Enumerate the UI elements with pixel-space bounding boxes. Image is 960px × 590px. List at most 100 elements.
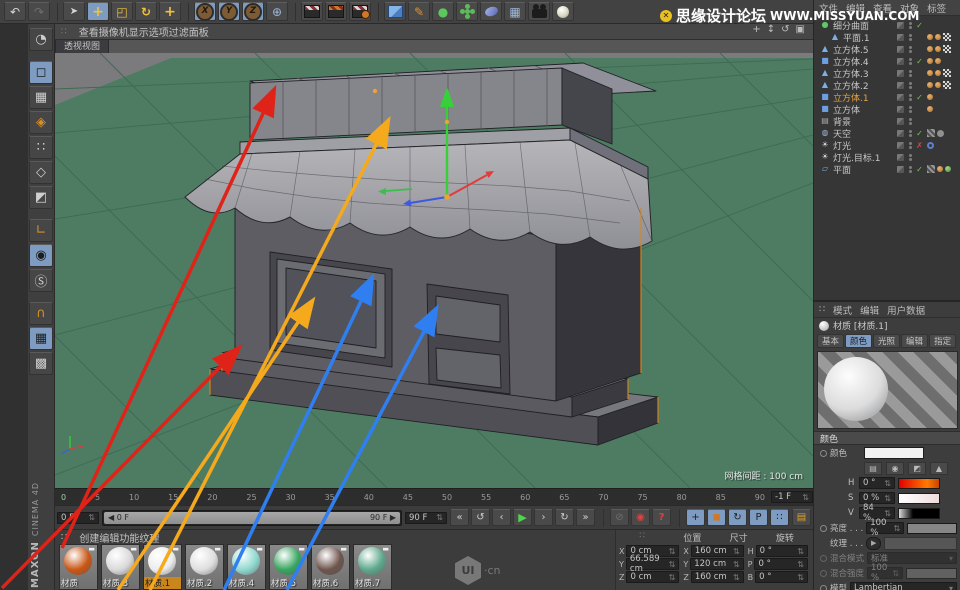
- object-row-cube-2[interactable]: ▲ 立方体.2: [814, 79, 960, 91]
- layer-toggle[interactable]: [897, 118, 904, 125]
- viewport-menu-item[interactable]: 选项: [149, 28, 169, 39]
- object-manager-menu-item[interactable]: 对象: [900, 1, 919, 15]
- position-z-field[interactable]: 0 cm⇅: [626, 571, 679, 583]
- scale-tool-icon[interactable]: ◰: [111, 2, 133, 21]
- material-tab[interactable]: 指定: [929, 334, 956, 348]
- rotation-h-field[interactable]: 0 °⇅: [756, 545, 808, 557]
- viewport-menu-item[interactable]: 面板: [189, 28, 209, 39]
- render-settings-icon[interactable]: [349, 2, 371, 21]
- viewport-3d[interactable]: 网格间距 : 100 cm: [55, 53, 813, 488]
- keyframe-toggle[interactable]: ∷: [770, 509, 789, 526]
- visibility-dots[interactable]: [909, 106, 912, 113]
- material-swatch[interactable]: ▬ 材质.1: [143, 544, 182, 590]
- material-swatch[interactable]: ▬ 材质.2: [185, 544, 224, 590]
- mix-strength-field[interactable]: 100 %⇅: [867, 567, 903, 579]
- material-tab[interactable]: 颜色: [845, 334, 872, 348]
- material-swatch[interactable]: ▬ 材质.3: [101, 544, 140, 590]
- material-tab[interactable]: 基本: [817, 334, 844, 348]
- object-manager-menu-item[interactable]: 文件: [819, 1, 838, 15]
- layer-toggle[interactable]: [897, 130, 904, 137]
- size-z-field[interactable]: 160 cm⇅: [691, 571, 744, 583]
- transport-button[interactable]: ↺: [471, 509, 490, 526]
- add-cube-icon[interactable]: [384, 2, 406, 21]
- grip-icon[interactable]: ∷: [819, 304, 825, 315]
- visibility-dots[interactable]: [909, 94, 912, 101]
- viewport-menu-item[interactable]: 查看: [79, 28, 99, 39]
- rgb-sliders-icon[interactable]: ▤: [864, 462, 882, 475]
- layer-toggle[interactable]: [897, 34, 904, 41]
- pan-view-icon[interactable]: +: [752, 24, 760, 35]
- visibility-dots[interactable]: [909, 34, 912, 41]
- enabled-check-icon[interactable]: ✓: [915, 21, 924, 30]
- record-button[interactable]: ◉: [631, 509, 650, 526]
- record-button[interactable]: ⊘: [610, 509, 629, 526]
- object-row-subdivision[interactable]: ● 细分曲面 ✓: [814, 19, 960, 31]
- deformer-icon[interactable]: [480, 2, 502, 21]
- tag-list[interactable]: [927, 81, 960, 89]
- workplane-lock-icon[interactable]: ▦: [29, 327, 53, 350]
- visibility-dots[interactable]: [909, 118, 912, 125]
- anim-dot-icon[interactable]: [820, 525, 827, 532]
- spectrum-picker-icon[interactable]: ▲: [930, 462, 948, 475]
- cloner-icon[interactable]: [456, 2, 478, 21]
- material-swatch[interactable]: ▬ 材质: [59, 544, 98, 590]
- frame-range-thumb[interactable]: ◀ 0 F 90 F ▶: [104, 512, 400, 524]
- attribute-menu-item[interactable]: 用户数据: [887, 303, 925, 317]
- texture-expand-icon[interactable]: ▶: [866, 537, 881, 550]
- tag-list[interactable]: [927, 106, 960, 112]
- lock-x-axis-icon[interactable]: X: [194, 2, 216, 21]
- rotation-b-field[interactable]: 0 °⇅: [755, 571, 808, 583]
- material-preview[interactable]: [817, 351, 958, 429]
- redo-icon[interactable]: ↷: [28, 2, 50, 21]
- layer-toggle[interactable]: [897, 94, 904, 101]
- anim-dot-icon[interactable]: [820, 450, 827, 457]
- material-swatch[interactable]: ▬ 材质.6: [311, 544, 350, 590]
- material-swatch[interactable]: ▬ 材质.5: [269, 544, 308, 590]
- end-frame-field[interactable]: 90 F⇅: [405, 512, 447, 524]
- layer-toggle[interactable]: [897, 58, 904, 65]
- keyframe-toggle[interactable]: +: [686, 509, 705, 526]
- attribute-menu-item[interactable]: 编辑: [860, 303, 879, 317]
- visibility-dots[interactable]: [909, 70, 912, 77]
- layer-toggle[interactable]: [897, 154, 904, 161]
- rotate-tool-icon[interactable]: ↻: [135, 2, 157, 21]
- object-row-light-target[interactable]: ☀ 灯光.目标.1: [814, 151, 960, 163]
- texture-field[interactable]: [884, 537, 957, 550]
- tag-list[interactable]: [927, 142, 960, 149]
- lock-y-axis-icon[interactable]: Y: [218, 2, 240, 21]
- render-view-icon[interactable]: [301, 2, 323, 21]
- frame-range-slider[interactable]: ◀ 0 F 90 F ▶: [102, 510, 402, 526]
- grip-icon[interactable]: ∷: [61, 27, 67, 37]
- soft-selection-icon[interactable]: Ⓢ: [29, 269, 53, 292]
- object-row-cube[interactable]: ■ 立方体: [814, 103, 960, 115]
- material-swatch[interactable]: ▬ 材质.7: [353, 544, 392, 590]
- layer-toggle[interactable]: [897, 46, 904, 53]
- tag-list[interactable]: [927, 45, 960, 53]
- object-row-cube-5[interactable]: ▲ 立方体.5: [814, 43, 960, 55]
- anim-dot-icon[interactable]: [820, 585, 827, 590]
- last-tool-icon[interactable]: +: [159, 2, 181, 21]
- object-row-background[interactable]: ▤ 背景: [814, 115, 960, 127]
- enabled-check-icon[interactable]: ✓: [915, 93, 924, 102]
- snap-icon[interactable]: ∩: [29, 302, 53, 325]
- workplane-toggle-icon[interactable]: ▩: [29, 352, 53, 375]
- layer-toggle[interactable]: [897, 22, 904, 29]
- layer-toggle[interactable]: [897, 166, 904, 173]
- material-menu-item[interactable]: 创建: [79, 534, 99, 545]
- tag-list[interactable]: [927, 129, 960, 137]
- object-manager-menu-item[interactable]: 标签: [927, 1, 946, 15]
- visibility-dots[interactable]: [909, 22, 912, 29]
- grip-icon[interactable]: ∷: [61, 532, 67, 543]
- keyframe-toggle[interactable]: ↻: [728, 509, 747, 526]
- size-y-field[interactable]: 120 cm⇅: [690, 558, 743, 570]
- layer-toggle[interactable]: [897, 70, 904, 77]
- keyframe-toggle[interactable]: ◼: [707, 509, 726, 526]
- points-mode-icon[interactable]: ∷: [29, 136, 53, 159]
- axis-mode-icon[interactable]: ∟: [29, 219, 53, 242]
- viewport-menu-item[interactable]: 摄像机: [99, 28, 129, 39]
- frame-step-field[interactable]: -1 F⇅: [771, 491, 813, 503]
- record-button[interactable]: ?: [652, 509, 671, 526]
- edges-mode-icon[interactable]: ◇: [29, 161, 53, 184]
- texture-mode-icon[interactable]: ▦: [29, 86, 53, 109]
- timeline-ruler[interactable]: 051015202530354045505560657075808590 -1 …: [55, 488, 813, 505]
